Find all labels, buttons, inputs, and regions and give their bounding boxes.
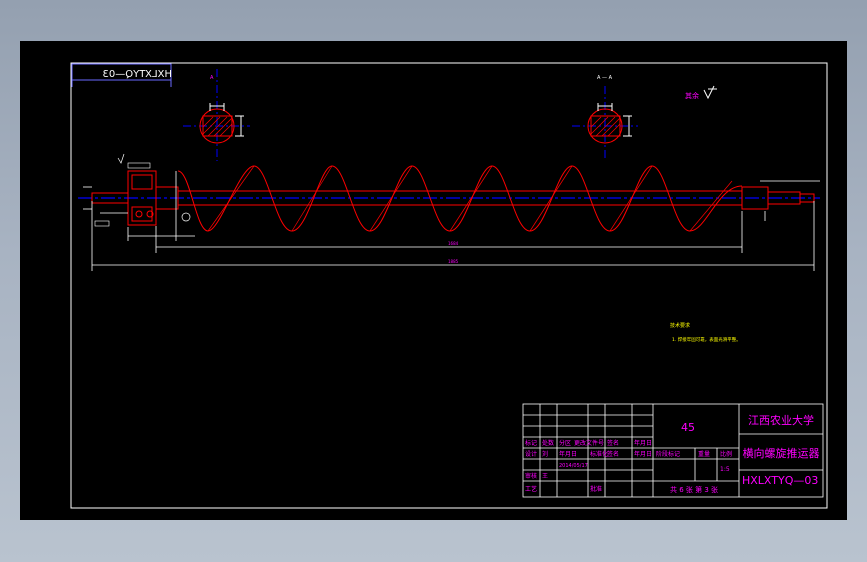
svg-text:工艺: 工艺 bbox=[525, 485, 537, 493]
svg-text:1:5: 1:5 bbox=[720, 466, 730, 473]
svg-text:刘: 刘 bbox=[542, 450, 548, 458]
svg-text:2014/05/17: 2014/05/17 bbox=[559, 463, 588, 469]
dimension-lines bbox=[83, 171, 820, 271]
svg-text:审核: 审核 bbox=[525, 472, 537, 480]
inner-border bbox=[70, 62, 828, 509]
svg-text:更改文件号: 更改文件号 bbox=[574, 439, 604, 447]
svg-text:批准: 批准 bbox=[590, 485, 602, 493]
dimension-total-text: 1885 bbox=[448, 259, 459, 264]
technical-requirements: 技术要求 1. 焊接牢固可靠，表面光滑平整。 bbox=[670, 322, 741, 343]
svg-text:签名: 签名 bbox=[607, 439, 619, 447]
drawing-number-text: HXLXTYQ—03 bbox=[742, 474, 818, 487]
university-text: 江西农业大学 bbox=[748, 413, 814, 427]
cad-drawing: HXLXTYQ—03 A A — A 其余 1684 1885 技术要求 1. … bbox=[70, 62, 828, 509]
title-block-text: 45 江西农业大学 横向螺旋推运器 HXLXTYQ—03 标记 处数 分区 更改… bbox=[525, 413, 820, 494]
roughness-note: 其余 bbox=[685, 85, 717, 100]
svg-text:标准化: 标准化 bbox=[590, 450, 608, 458]
svg-text:重量: 重量 bbox=[698, 450, 710, 458]
svg-text:年月日: 年月日 bbox=[634, 450, 652, 458]
svg-text:签名: 签名 bbox=[607, 450, 619, 458]
section-label: A — A bbox=[597, 75, 613, 81]
material-text: 45 bbox=[681, 421, 695, 434]
svg-text:阶段标记: 阶段标记 bbox=[656, 450, 680, 458]
svg-text:A: A bbox=[210, 75, 214, 81]
drawing-sheet: HXLXTYQ—03 A A — A 其余 1684 1885 技术要求 1. … bbox=[20, 41, 847, 520]
svg-text:技术要求: 技术要求 bbox=[670, 322, 690, 329]
dimension-middle-text: 1684 bbox=[448, 241, 459, 246]
svg-text:王: 王 bbox=[542, 473, 548, 480]
svg-text:分区: 分区 bbox=[559, 439, 571, 447]
svg-text:年月日: 年月日 bbox=[559, 450, 577, 458]
svg-text:标记: 标记 bbox=[525, 439, 537, 447]
product-name-text: 横向螺旋推运器 bbox=[743, 446, 820, 460]
svg-text:比例: 比例 bbox=[720, 450, 732, 458]
section-view-right: A — A bbox=[572, 75, 638, 161]
svg-text:1. 焊接牢固可靠，表面光滑平整。: 1. 焊接牢固可靠，表面光滑平整。 bbox=[672, 336, 741, 343]
svg-text:其余: 其余 bbox=[685, 91, 699, 100]
svg-text:处数: 处数 bbox=[542, 439, 554, 447]
svg-text:共 6 张 第 3 张: 共 6 张 第 3 张 bbox=[670, 485, 718, 494]
svg-text:年月日: 年月日 bbox=[634, 439, 652, 447]
section-view-left: A bbox=[183, 69, 250, 161]
mirrored-drawing-number: HXLXTYQ—03 bbox=[71, 63, 172, 87]
mirrored-title-text: HXLXTYQ—03 bbox=[103, 69, 172, 80]
svg-text:设计: 设计 bbox=[525, 450, 537, 458]
